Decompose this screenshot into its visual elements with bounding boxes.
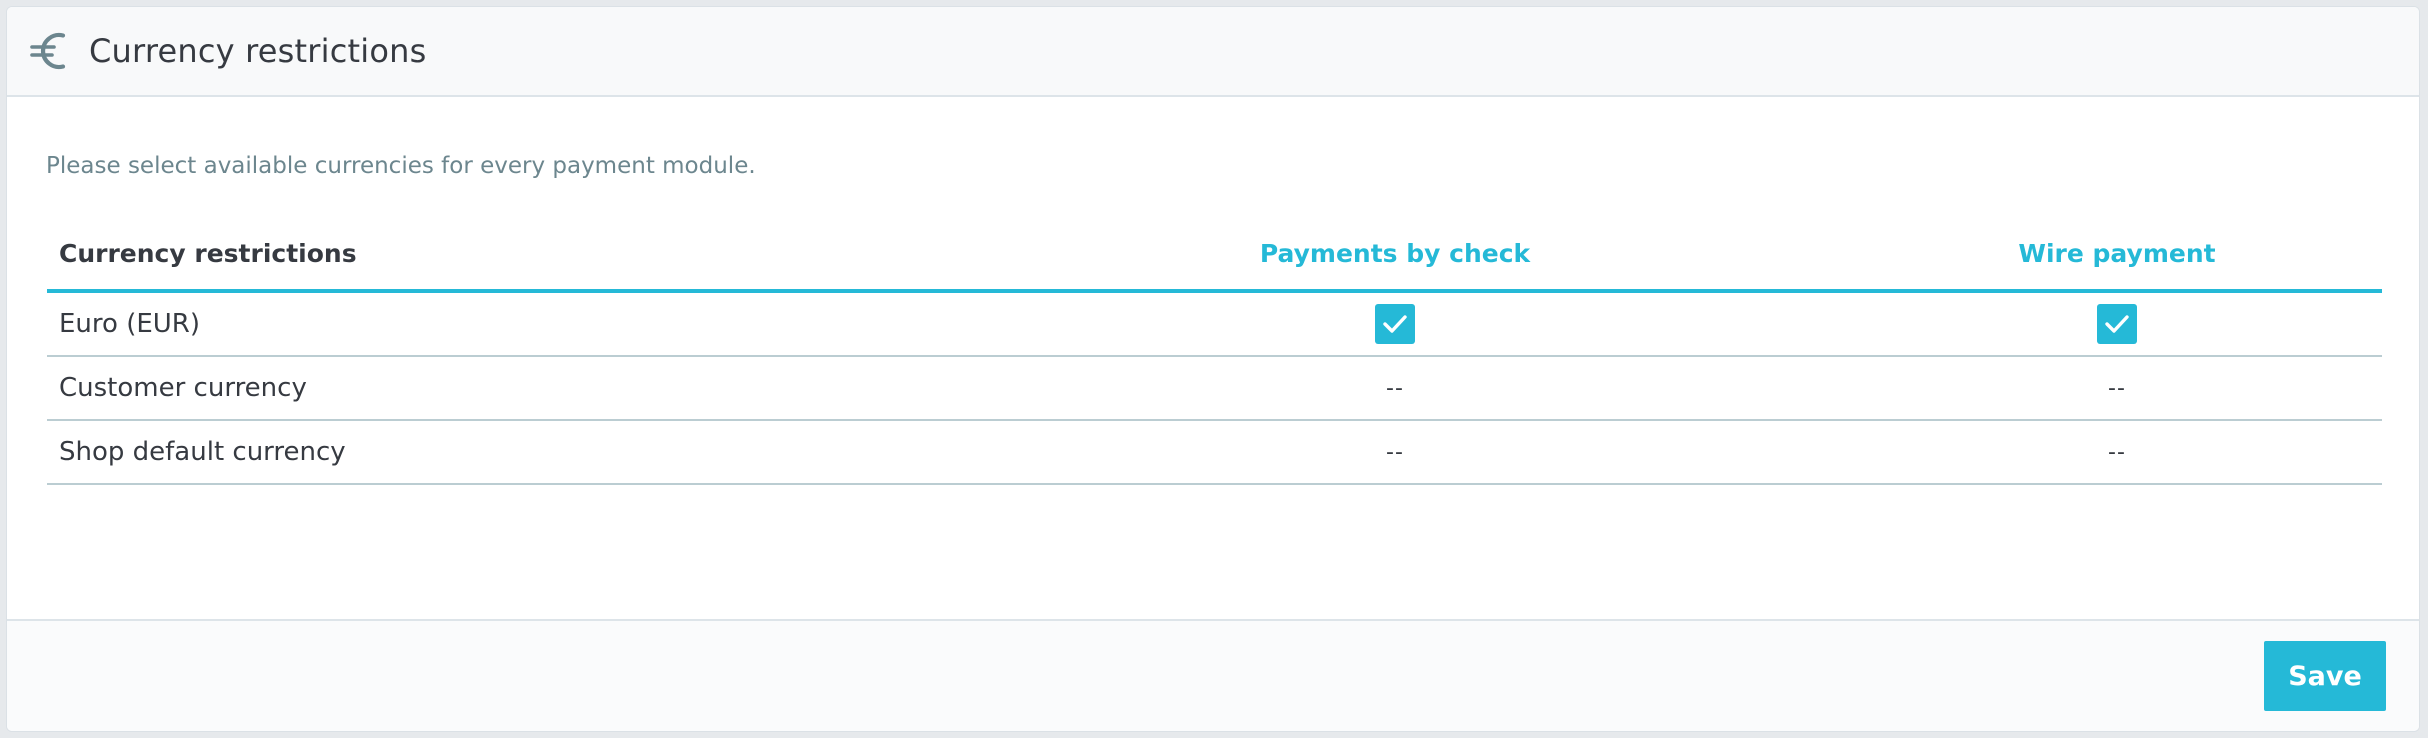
cell-shop-default-wire-payment: -- xyxy=(2108,439,2126,465)
table-row: Euro (EUR) xyxy=(47,293,2382,357)
column-header-wire-payment: Wire payment xyxy=(2018,238,2216,268)
table-row: Customer currency -- -- xyxy=(47,357,2382,421)
euro-icon xyxy=(29,27,69,75)
panel-title: Currency restrictions xyxy=(89,32,427,70)
restrictions-table: Currency restrictions Payments by check … xyxy=(47,217,2382,485)
row-label-shop-default-currency: Shop default currency xyxy=(59,437,346,467)
cell-customer-currency-wire-payment: -- xyxy=(2108,375,2126,401)
panel-body: Please select available currencies for e… xyxy=(7,97,2419,625)
row-label-euro: Euro (EUR) xyxy=(59,309,201,339)
column-header-currency: Currency restrictions xyxy=(59,238,357,268)
cell-customer-currency-payments-by-check: -- xyxy=(1386,375,1404,401)
save-button[interactable]: Save xyxy=(2264,641,2386,711)
row-label-customer-currency: Customer currency xyxy=(59,373,307,403)
column-header-payments-by-check: Payments by check xyxy=(1259,238,1531,268)
checkmark-icon xyxy=(2105,315,2129,333)
table-row: Shop default currency -- -- xyxy=(47,421,2382,485)
checkmark-icon xyxy=(1383,315,1407,333)
cell-shop-default-payments-by-check: -- xyxy=(1386,439,1404,465)
checkbox-euro-wire-payment[interactable] xyxy=(2097,304,2137,344)
panel-header: Currency restrictions xyxy=(7,7,2419,97)
checkbox-euro-payments-by-check[interactable] xyxy=(1375,304,1415,344)
panel-footer: Save xyxy=(7,619,2419,731)
currency-restrictions-panel: Currency restrictions Please select avai… xyxy=(6,6,2420,732)
table-header-row: Currency restrictions Payments by check … xyxy=(47,217,2382,293)
help-text: Please select available currencies for e… xyxy=(46,153,756,179)
